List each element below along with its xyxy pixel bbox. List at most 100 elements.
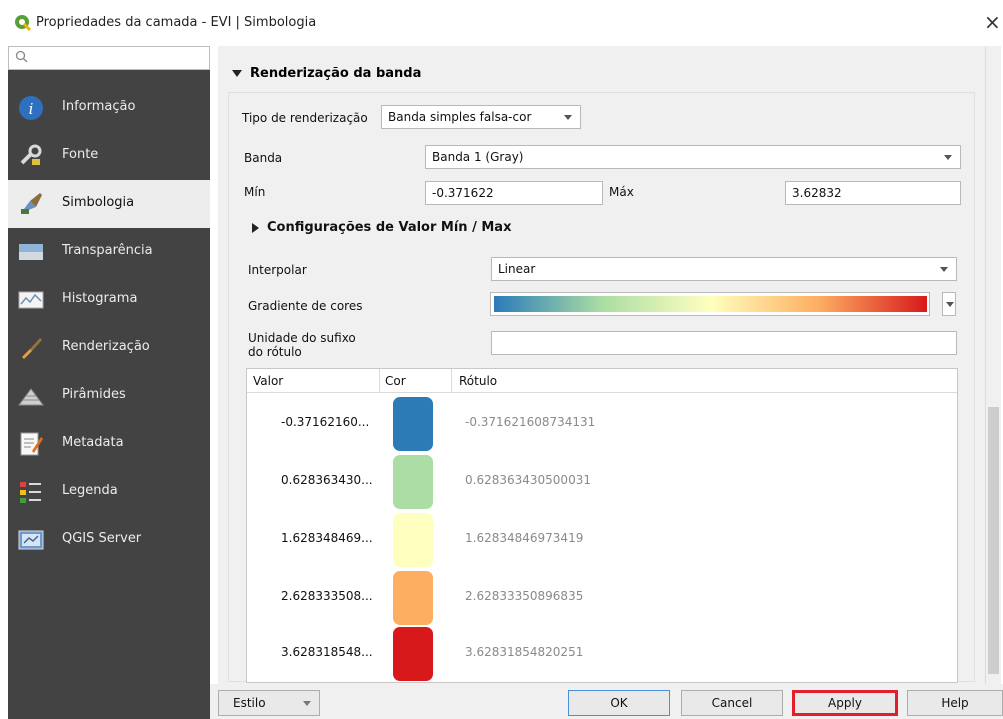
sidebar-item-piramides[interactable]: Pirâmides <box>8 372 210 420</box>
window-title: Propriedades da camada - EVI | Simbologi… <box>36 15 317 30</box>
sidebar-item-label: QGIS Server <box>62 531 142 546</box>
qgis-logo-icon <box>15 15 32 32</box>
style-menu-button[interactable]: Estilo <box>218 690 320 716</box>
row-value[interactable]: 1.628348469... <box>281 531 373 545</box>
histogram-icon <box>18 291 44 309</box>
cancel-button[interactable]: Cancel <box>681 690 783 716</box>
row-value[interactable]: 0.628363430... <box>281 473 373 487</box>
sidebar-search-input[interactable] <box>8 46 210 70</box>
header-valor: Valor <box>253 374 284 388</box>
color-ramp-preview <box>494 296 927 312</box>
suffix-input[interactable] <box>491 331 957 355</box>
max-label: Máx <box>609 185 634 199</box>
render-type-select[interactable]: Banda simples falsa-cor <box>381 105 581 129</box>
sidebar-item-label: Renderização <box>62 339 150 354</box>
sidebar-item-transparencia[interactable]: Transparência <box>8 228 210 276</box>
interpolate-label: Interpolar <box>248 263 307 277</box>
row-label[interactable]: 2.62833350896835 <box>465 589 583 603</box>
band-select[interactable]: Banda 1 (Gray) <box>425 145 961 169</box>
help-button[interactable]: Help <box>907 690 1003 716</box>
row-value[interactable]: 2.628333508... <box>281 589 373 603</box>
sidebar-item-fonte[interactable]: Fonte <box>8 132 210 180</box>
interpolate-select[interactable]: Linear <box>491 257 957 281</box>
min-label: Mín <box>244 185 266 199</box>
row-color-swatch[interactable] <box>393 397 433 451</box>
chevron-down-icon <box>564 115 572 120</box>
sidebar-item-legenda[interactable]: Legenda <box>8 468 210 516</box>
band-label: Banda <box>244 151 283 165</box>
row-label[interactable]: 0.628363430500031 <box>465 473 591 487</box>
header-cor: Cor <box>385 374 406 388</box>
legend-icon <box>20 482 41 503</box>
sidebar-item-informacao[interactable]: i Informação <box>8 84 210 132</box>
sidebar-item-label: Pirâmides <box>62 387 126 402</box>
render-type-label: Tipo de renderização <box>242 111 368 125</box>
sidebar-item-metadata[interactable]: Metadata <box>8 420 210 468</box>
metadata-icon <box>20 432 43 456</box>
ok-button[interactable]: OK <box>568 690 670 716</box>
sidebar-item-label: Informação <box>62 99 136 114</box>
sidebar-item-renderizacao[interactable]: Renderização <box>8 324 210 372</box>
svg-text:i: i <box>29 100 34 118</box>
sidebar-item-label: Metadata <box>62 435 124 450</box>
row-label[interactable]: -0.371621608734131 <box>465 415 595 429</box>
table-row[interactable]: 3.628318548... 3.62831854820251 <box>247 625 957 683</box>
interpolate-value: Linear <box>498 262 536 276</box>
min-input[interactable]: -0.371622 <box>425 181 603 205</box>
row-label[interactable]: 1.62834846973419 <box>465 531 583 545</box>
symbology-brush-icon <box>21 193 42 214</box>
section-title: Renderização da banda <box>250 66 422 81</box>
sidebar: i Informação Fonte Simbologia Transparên… <box>8 46 210 719</box>
dialog-button-bar: Estilo OK Cancel Apply Help <box>210 684 1003 719</box>
header-rotulo: Rótulo <box>459 374 498 388</box>
row-label[interactable]: 3.62831854820251 <box>465 645 583 659</box>
row-color-swatch[interactable] <box>393 571 433 625</box>
collapse-arrow-icon <box>232 70 242 77</box>
color-ramp-menu-button[interactable] <box>942 292 956 316</box>
suffix-label-line2: do rótulo <box>248 345 302 359</box>
suffix-label-line1: Unidade do sufixo <box>248 331 356 345</box>
search-icon <box>15 50 28 63</box>
table-row[interactable]: 0.628363430... 0.628363430500031 <box>247 453 957 511</box>
transparency-icon <box>19 244 43 260</box>
sidebar-item-simbologia[interactable]: Simbologia <box>8 180 210 228</box>
chevron-down-icon <box>303 701 311 706</box>
vertical-scrollbar[interactable] <box>985 46 1001 684</box>
row-value[interactable]: 3.628318548... <box>281 645 373 659</box>
main-panel: Renderização da banda Tipo de renderizaç… <box>218 46 985 684</box>
expand-arrow-icon <box>252 222 259 233</box>
close-button[interactable]: × <box>984 10 1001 34</box>
render-type-value: Banda simples falsa-cor <box>388 110 532 124</box>
sidebar-item-label: Histograma <box>62 291 138 306</box>
apply-button[interactable]: Apply <box>792 690 898 716</box>
chevron-down-icon <box>946 302 954 307</box>
sidebar-item-qgis-server[interactable]: QGIS Server <box>8 516 210 564</box>
row-color-swatch[interactable] <box>393 455 433 509</box>
band-value: Banda 1 (Gray) <box>432 150 524 164</box>
row-color-swatch[interactable] <box>393 627 433 681</box>
color-ramp-button[interactable] <box>490 292 930 316</box>
minmax-settings-title: Configurações de Valor Mín / Max <box>267 220 512 235</box>
color-ramp-label: Gradiente de cores <box>248 299 363 313</box>
column-separator <box>379 369 380 393</box>
source-wrench-icon <box>20 144 42 165</box>
qgis-server-icon <box>18 530 44 550</box>
sidebar-item-histograma[interactable]: Histograma <box>8 276 210 324</box>
table-row[interactable]: 2.628333508... 2.62833350896835 <box>247 569 957 627</box>
color-table: Valor Cor Rótulo -0.37162160... -0.37162… <box>246 368 958 683</box>
chevron-down-icon <box>940 267 948 272</box>
row-value[interactable]: -0.37162160... <box>281 415 369 429</box>
column-separator <box>451 369 452 393</box>
sidebar-item-label: Transparência <box>62 243 153 258</box>
chevron-down-icon <box>944 155 952 160</box>
band-rendering-section-header[interactable]: Renderização da banda <box>232 66 421 81</box>
max-input[interactable]: 3.62832 <box>785 181 961 205</box>
table-row[interactable]: -0.37162160... -0.371621608734131 <box>247 395 957 453</box>
table-row[interactable]: 1.628348469... 1.62834846973419 <box>247 511 957 569</box>
row-color-swatch[interactable] <box>393 513 433 567</box>
pyramids-icon <box>18 388 44 406</box>
sidebar-item-label: Simbologia <box>62 195 135 210</box>
scrollbar-thumb[interactable] <box>988 407 999 674</box>
minmax-settings-header[interactable]: Configurações de Valor Mín / Max <box>252 220 511 235</box>
sidebar-item-label: Fonte <box>62 147 99 162</box>
